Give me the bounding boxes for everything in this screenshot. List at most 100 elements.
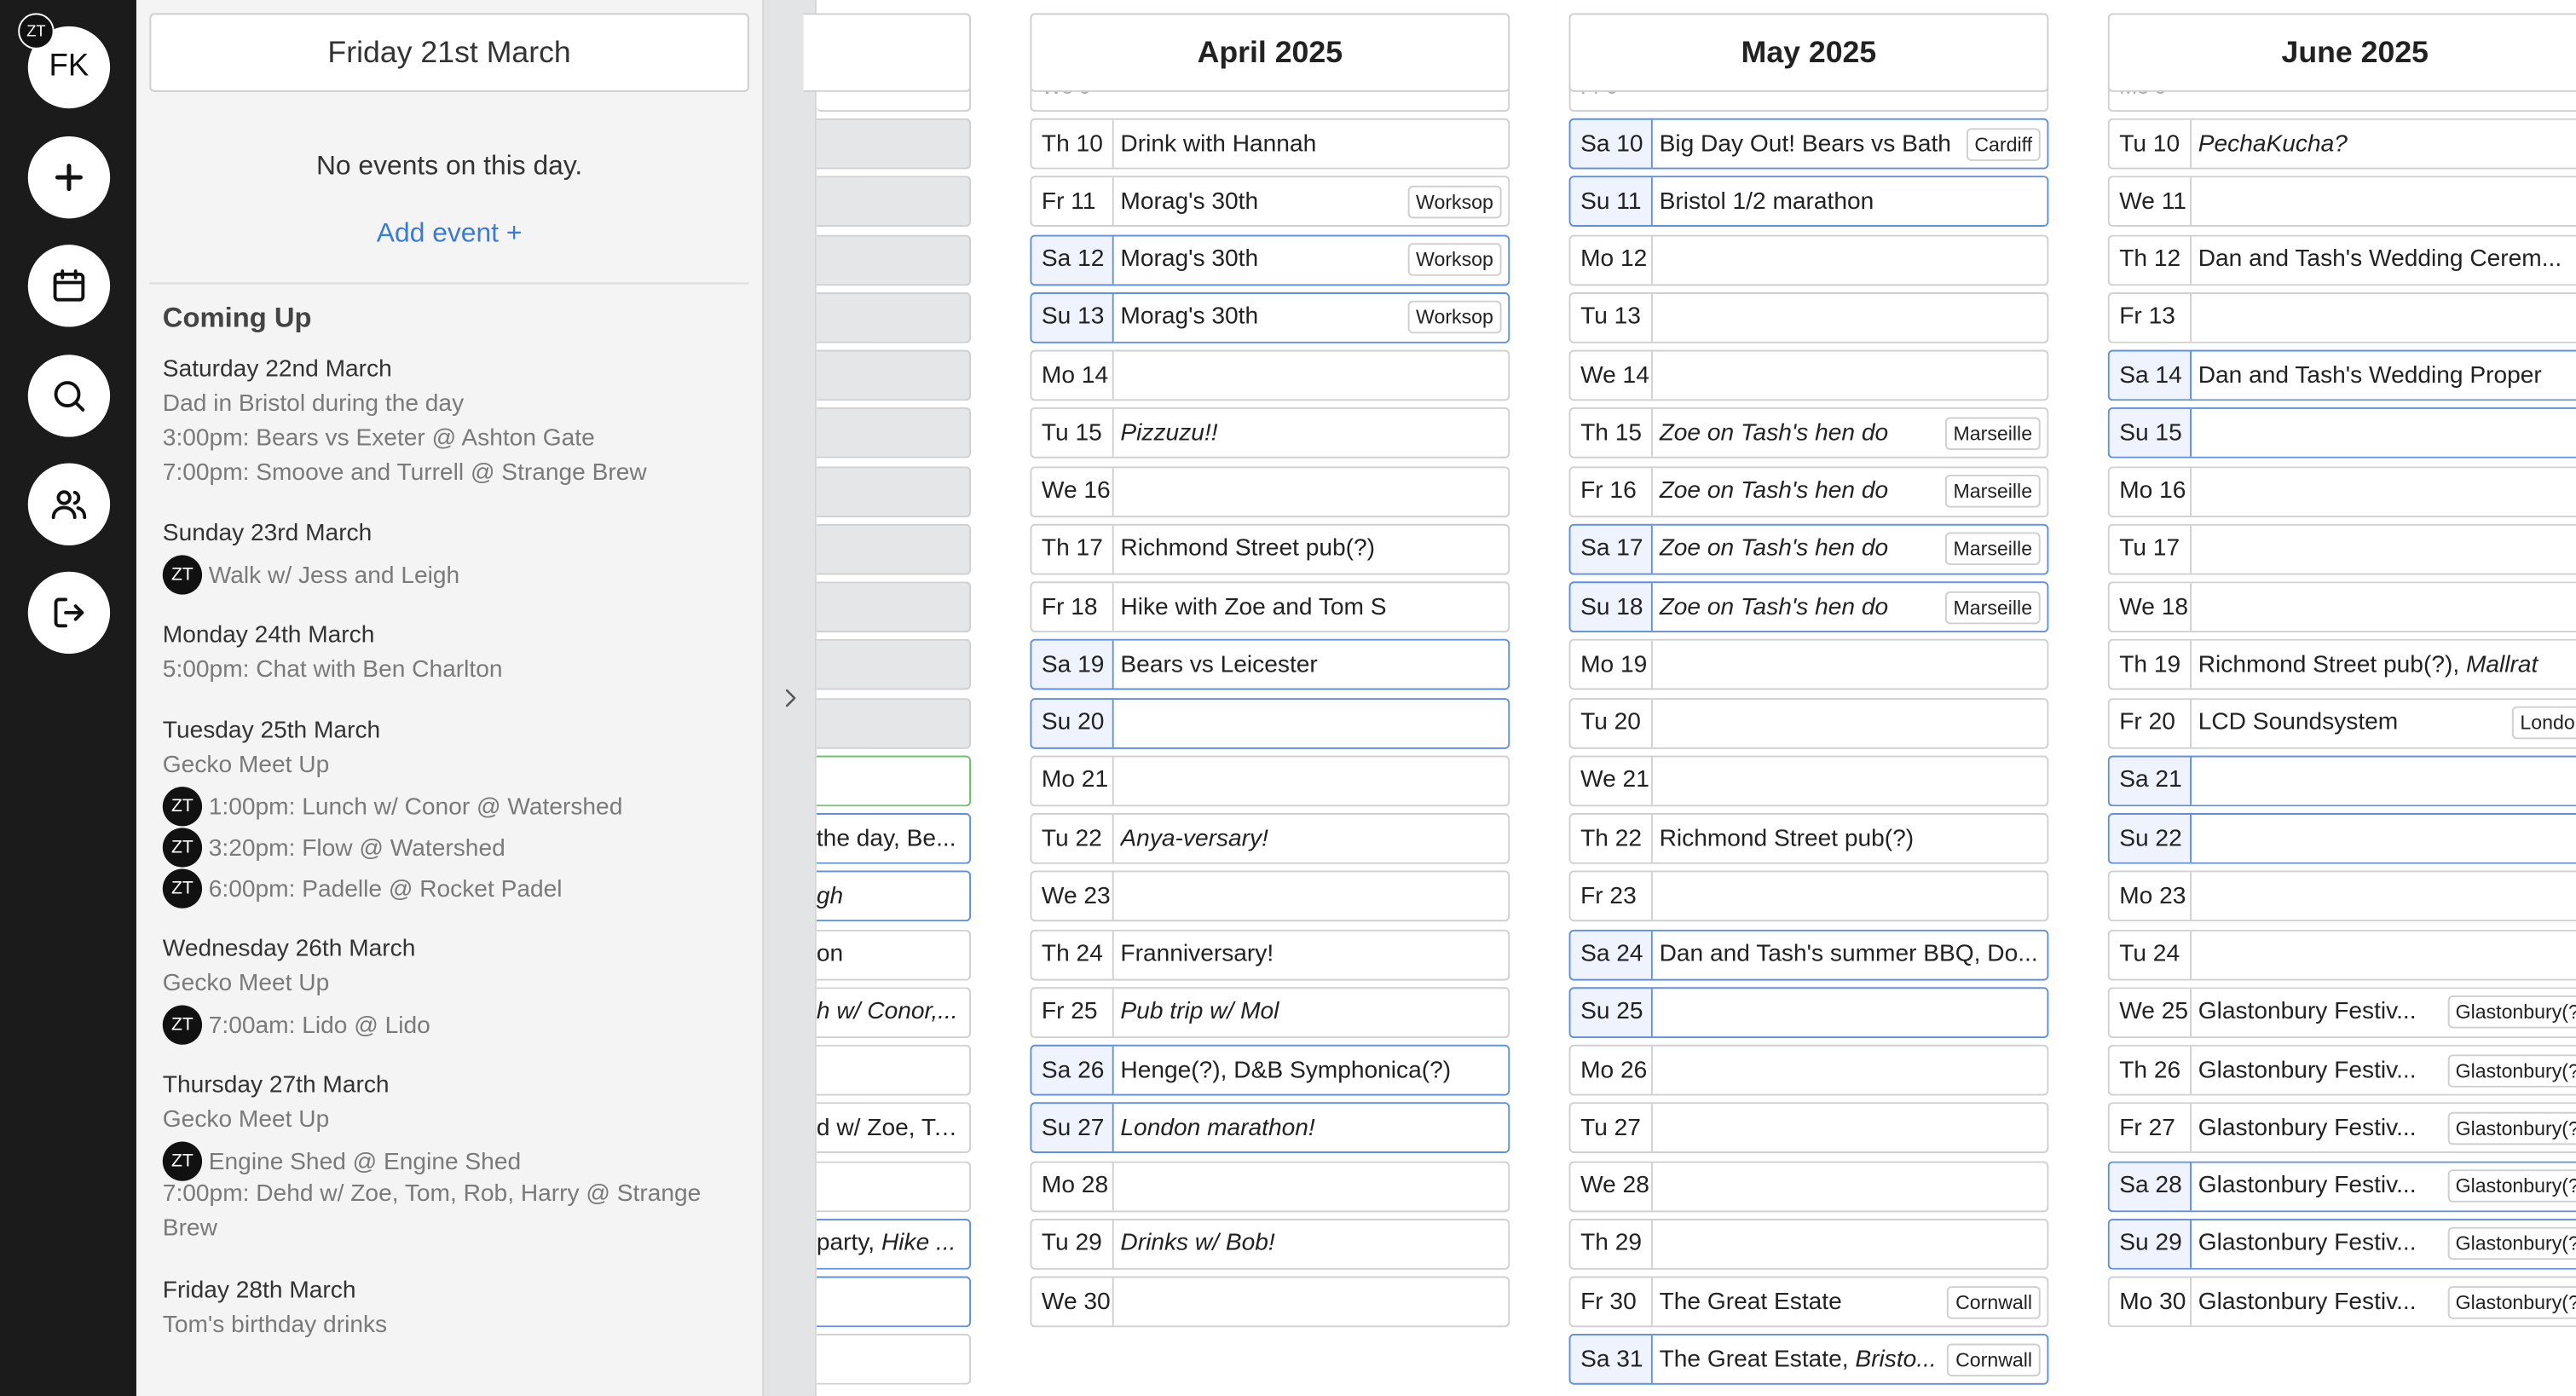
event-cell[interactable] (1652, 988, 2048, 1036)
day-row[interactable]: Su 25 (1568, 986, 2049, 1038)
logout-button[interactable] (27, 571, 111, 655)
add-event-link[interactable]: Add event + (136, 218, 762, 250)
day-row[interactable]: We 14 (1568, 349, 2049, 401)
day-row[interactable]: Tu 20 (1568, 697, 2049, 748)
event-cell[interactable] (1653, 1105, 2048, 1152)
event-cell[interactable] (1114, 467, 1509, 515)
event-cell[interactable]: Richmond Street pub(?) (1653, 815, 2048, 862)
event-cell[interactable] (1114, 351, 1509, 399)
day-row[interactable]: Mo 16 (2107, 465, 2576, 517)
upcoming-event[interactable]: Gecko Meet Up (163, 971, 329, 997)
day-row[interactable]: Th 19 Richmond Street pub(?), Mallrat (2107, 639, 2576, 690)
day-row[interactable]: h w/ Conor,... (816, 986, 972, 1038)
event-cell[interactable] (2192, 873, 2576, 920)
event-cell[interactable]: Glastonbury Festiv... Glastonbury(?) (2192, 1220, 2576, 1268)
event-cell[interactable] (1653, 1220, 2048, 1268)
day-row[interactable]: Su 13 Morag's 30th Worksop (1030, 291, 1510, 343)
event-cell[interactable]: Zoe on Tash's hen do Marseille (1652, 525, 2048, 574)
event-cell[interactable] (2192, 178, 2576, 226)
day-row[interactable]: Tu 10 PechaKucha? (2107, 118, 2576, 170)
event-cell[interactable]: The Great Estate, Bristo... Cornwall (1652, 1335, 2048, 1384)
upcoming-event[interactable]: Tom's birthday drinks (163, 1312, 387, 1339)
event-cell[interactable]: Dan and Tash's Wedding Cerem... (2192, 236, 2576, 284)
day-row[interactable]: Th 29 (1568, 1218, 2049, 1270)
event-cell[interactable] (1114, 873, 1509, 920)
add-button[interactable] (27, 136, 111, 219)
upcoming-event[interactable]: Gecko Meet Up (163, 1107, 329, 1134)
event-cell[interactable] (1114, 757, 1509, 805)
upcoming-event[interactable]: Brew (163, 1215, 217, 1242)
day-row[interactable] (816, 1160, 972, 1212)
calendar-button[interactable] (27, 245, 111, 327)
people-button[interactable] (27, 463, 111, 545)
event-cell[interactable]: Pub trip w/ Mol (1114, 989, 1509, 1036)
event-cell[interactable]: Morag's 30th Worksop (1113, 293, 1509, 342)
event-cell[interactable] (2192, 409, 2576, 458)
day-row[interactable]: Fr 13 (2107, 291, 2576, 343)
day-row[interactable]: Tu 27 (1568, 1102, 2049, 1154)
upcoming-event[interactable]: Gecko Meet Up (163, 753, 329, 779)
event-cell[interactable] (1653, 236, 2048, 284)
day-row[interactable]: Tu 15 Pizzuzu!! (1030, 407, 1510, 459)
event-cell[interactable] (1653, 757, 2048, 805)
upcoming-event[interactable]: ZT Engine Shed @ Engine Shed (162, 1141, 521, 1182)
day-row[interactable]: Fr 30 The Great Estate Cornwall (1568, 1276, 2049, 1328)
event-cell[interactable]: Zoe on Tash's hen do Marseille (1652, 583, 2048, 632)
day-row[interactable]: Su 29 Glastonbury Festiv... Glastonbury(?) (2107, 1218, 2576, 1270)
day-row[interactable]: Mo 26 (1568, 1044, 2049, 1096)
event-cell[interactable] (1113, 699, 1509, 747)
day-row[interactable]: on (816, 928, 972, 980)
day-row[interactable]: Tu 29 Drinks w/ Bob! (1030, 1218, 1510, 1270)
day-row[interactable]: Su 27 London marathon! (1030, 1102, 1510, 1154)
upcoming-event[interactable]: ZT 3:20pm: Flow @ Watershed (162, 828, 505, 868)
day-row[interactable]: Tu 22 Anya-versary! (1030, 813, 1510, 864)
day-row[interactable]: Mo 14 (1030, 349, 1510, 401)
event-cell[interactable]: Glastonbury Festiv... Glastonbury(?) (2192, 1278, 2576, 1325)
event-cell[interactable] (2192, 467, 2576, 515)
event-cell[interactable] (1653, 294, 2048, 342)
day-row[interactable]: We 25 Glastonbury Festiv... Glastonbury(?) (2107, 986, 2576, 1038)
event-cell[interactable]: Anya-versary! (1114, 815, 1509, 862)
event-cell[interactable]: Glastonbury Festiv... Glastonbury(?) (2192, 1047, 2576, 1094)
upcoming-event[interactable]: ZT Walk w/ Jess and Leigh (162, 555, 459, 596)
day-row[interactable]: Su 18 Zoe on Tash's hen do Marseille (1568, 581, 2049, 633)
day-row[interactable]: Sa 10 Big Day Out! Bears vs Bath Cardiff (1568, 118, 2049, 170)
day-row[interactable]: Su 11 Bristol 1/2 marathon (1568, 176, 2049, 228)
day-row[interactable]: Su 15 (2107, 407, 2576, 459)
event-cell[interactable]: Glastonbury Festiv... Glastonbury(?) (2192, 989, 2576, 1036)
event-cell[interactable]: Dan and Tash's summer BBQ, Do... (1652, 930, 2048, 978)
day-row[interactable]: Sa 24 Dan and Tash's summer BBQ, Do... (1568, 928, 2049, 980)
day-row[interactable]: Tu 17 (2107, 523, 2576, 575)
collapse-toggle[interactable] (762, 0, 817, 1396)
upcoming-event[interactable]: 3:00pm: Bears vs Exeter @ Ashton Gate (163, 425, 595, 452)
upcoming-event[interactable]: ZT 6:00pm: Padelle @ Rocket Padel (162, 868, 563, 909)
event-cell[interactable] (2192, 757, 2576, 805)
day-row[interactable]: Th 26 Glastonbury Festiv... Glastonbury(?) (2107, 1044, 2576, 1096)
day-row[interactable] (816, 291, 972, 343)
day-row[interactable] (816, 118, 972, 170)
day-row[interactable]: Sa 12 Morag's 30th Worksop (1030, 234, 1510, 286)
day-row[interactable]: We 16 (1030, 465, 1510, 517)
day-row[interactable]: Su 20 (1030, 697, 1510, 748)
day-row[interactable] (816, 176, 972, 228)
day-row[interactable] (816, 639, 972, 690)
event-cell[interactable] (1653, 351, 2048, 399)
day-row[interactable] (816, 1044, 972, 1096)
day-row[interactable] (816, 407, 972, 459)
day-row[interactable] (816, 1276, 972, 1328)
event-cell[interactable]: Bears vs Leicester (1113, 641, 1509, 689)
day-row[interactable]: We 21 (1568, 755, 2049, 806)
event-cell[interactable] (2192, 294, 2576, 342)
event-cell[interactable]: Hike with Zoe and Tom S (1114, 583, 1509, 631)
event-cell[interactable]: Pizzuzu!! (1114, 409, 1509, 457)
day-row[interactable]: Mo 23 (2107, 870, 2576, 922)
event-cell[interactable]: Zoe on Tash's hen do Marseille (1653, 409, 2048, 457)
day-row[interactable] (816, 349, 972, 401)
day-row[interactable] (816, 465, 972, 517)
day-row[interactable]: Su 22 (2107, 813, 2576, 864)
day-row[interactable]: Fr 25 Pub trip w/ Mol (1030, 986, 1510, 1038)
event-cell[interactable]: Franniversary! (1114, 931, 1509, 978)
upcoming-event[interactable]: Dad in Bristol during the day (163, 391, 464, 418)
day-row[interactable] (816, 234, 972, 286)
event-cell[interactable] (1653, 641, 2048, 689)
